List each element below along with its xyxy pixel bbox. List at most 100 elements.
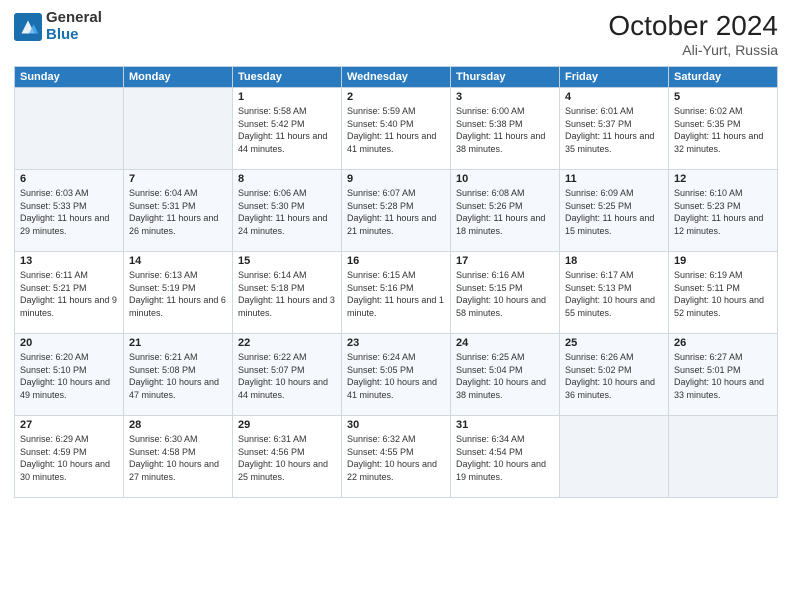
day-cell: 11 Sunrise: 6:09 AMSunset: 5:25 PMDayligh… bbox=[560, 170, 669, 252]
day-info: Sunrise: 6:30 AMSunset: 4:58 PMDaylight:… bbox=[129, 433, 227, 483]
day-number: 6 bbox=[20, 173, 118, 185]
day-cell: 22Sunrise: 6:22 AMSunset: 5:07 PMDayligh… bbox=[233, 334, 342, 416]
day-cell: 6 Sunrise: 6:03 AMSunset: 5:33 PMDaylight… bbox=[15, 170, 124, 252]
day-number: 15 bbox=[238, 255, 336, 267]
day-cell: 30 Sunrise: 6:32 AMSunset: 4:55 PMDayligh… bbox=[342, 416, 451, 498]
calendar-table: Sunday Monday Tuesday Wednesday Thursday… bbox=[14, 66, 778, 498]
day-info: Sunrise: 6:04 AMSunset: 5:31 PMDaylight:… bbox=[129, 187, 227, 237]
day-number: 3 bbox=[456, 91, 554, 103]
day-info: Sunrise: 6:22 AMSunset: 5:07 PMDaylight:… bbox=[238, 351, 336, 401]
day-cell: 7 Sunrise: 6:04 AMSunset: 5:31 PMDaylight… bbox=[124, 170, 233, 252]
day-number: 21 bbox=[129, 337, 227, 349]
day-cell: 8 Sunrise: 6:06 AMSunset: 5:30 PMDaylight… bbox=[233, 170, 342, 252]
day-number: 27 bbox=[20, 419, 118, 431]
day-cell: 24 Sunrise: 6:25 AMSunset: 5:04 PMDayligh… bbox=[451, 334, 560, 416]
week-row-5: 27 Sunrise: 6:29 AMSunset: 4:59 PMDayligh… bbox=[15, 416, 778, 498]
col-saturday: Saturday bbox=[669, 67, 778, 88]
day-cell: 17Sunrise: 6:16 AMSunset: 5:15 PMDayligh… bbox=[451, 252, 560, 334]
day-cell: 25Sunrise: 6:26 AMSunset: 5:02 PMDayligh… bbox=[560, 334, 669, 416]
day-number: 16 bbox=[347, 255, 445, 267]
day-cell: 9Sunrise: 6:07 AMSunset: 5:28 PMDaylight… bbox=[342, 170, 451, 252]
day-info: Sunrise: 6:06 AMSunset: 5:30 PMDaylight:… bbox=[238, 187, 336, 237]
day-cell: 16 Sunrise: 6:15 AMSunset: 5:16 PMDayligh… bbox=[342, 252, 451, 334]
day-info: Sunrise: 6:14 AMSunset: 5:18 PMDaylight:… bbox=[238, 269, 336, 319]
day-info: Sunrise: 6:31 AMSunset: 4:56 PMDaylight:… bbox=[238, 433, 336, 483]
day-info: Sunrise: 6:15 AMSunset: 5:16 PMDaylight:… bbox=[347, 269, 445, 319]
day-info: Sunrise: 5:58 AMSunset: 5:42 PMDaylight:… bbox=[238, 105, 336, 155]
day-info: Sunrise: 6:26 AMSunset: 5:02 PMDaylight:… bbox=[565, 351, 663, 401]
col-sunday: Sunday bbox=[15, 67, 124, 88]
day-info: Sunrise: 6:02 AMSunset: 5:35 PMDaylight:… bbox=[674, 105, 772, 155]
day-cell: 18 Sunrise: 6:17 AMSunset: 5:13 PMDayligh… bbox=[560, 252, 669, 334]
day-number: 9 bbox=[347, 173, 445, 185]
day-number: 1 bbox=[238, 91, 336, 103]
day-info: Sunrise: 6:24 AMSunset: 5:05 PMDaylight:… bbox=[347, 351, 445, 401]
day-number: 7 bbox=[129, 173, 227, 185]
day-info: Sunrise: 6:19 AMSunset: 5:11 PMDaylight:… bbox=[674, 269, 772, 319]
day-number: 2 bbox=[347, 91, 445, 103]
day-number: 31 bbox=[456, 419, 554, 431]
day-cell: 29 Sunrise: 6:31 AMSunset: 4:56 PMDayligh… bbox=[233, 416, 342, 498]
location: Ali-Yurt, Russia bbox=[608, 42, 778, 58]
logo: General Blue bbox=[14, 10, 102, 43]
day-cell: 14Sunrise: 6:13 AMSunset: 5:19 PMDayligh… bbox=[124, 252, 233, 334]
day-info: Sunrise: 6:27 AMSunset: 5:01 PMDaylight:… bbox=[674, 351, 772, 401]
calendar-page: General Blue October 2024 Ali-Yurt, Russ… bbox=[0, 0, 792, 612]
day-number: 5 bbox=[674, 91, 772, 103]
week-row-4: 20Sunrise: 6:20 AMSunset: 5:10 PMDayligh… bbox=[15, 334, 778, 416]
day-cell: 21Sunrise: 6:21 AMSunset: 5:08 PMDayligh… bbox=[124, 334, 233, 416]
day-cell: 12 Sunrise: 6:10 AMSunset: 5:23 PMDayligh… bbox=[669, 170, 778, 252]
week-row-2: 6 Sunrise: 6:03 AMSunset: 5:33 PMDaylight… bbox=[15, 170, 778, 252]
day-cell: 10Sunrise: 6:08 AMSunset: 5:26 PMDayligh… bbox=[451, 170, 560, 252]
logo-text: General Blue bbox=[46, 10, 102, 43]
day-number: 18 bbox=[565, 255, 663, 267]
day-info: Sunrise: 6:00 AMSunset: 5:38 PMDaylight:… bbox=[456, 105, 554, 155]
day-info: Sunrise: 6:09 AMSunset: 5:25 PMDaylight:… bbox=[565, 187, 663, 237]
logo-blue: Blue bbox=[46, 27, 102, 44]
day-info: Sunrise: 6:11 AMSunset: 5:21 PMDaylight:… bbox=[20, 269, 118, 319]
day-info: Sunrise: 6:34 AMSunset: 4:54 PMDaylight:… bbox=[456, 433, 554, 483]
day-number: 30 bbox=[347, 419, 445, 431]
col-monday: Monday bbox=[124, 67, 233, 88]
day-number: 28 bbox=[129, 419, 227, 431]
day-number: 4 bbox=[565, 91, 663, 103]
day-number: 17 bbox=[456, 255, 554, 267]
day-info: Sunrise: 6:01 AMSunset: 5:37 PMDaylight:… bbox=[565, 105, 663, 155]
col-tuesday: Tuesday bbox=[233, 67, 342, 88]
day-info: Sunrise: 6:13 AMSunset: 5:19 PMDaylight:… bbox=[129, 269, 227, 319]
day-number: 11 bbox=[565, 173, 663, 185]
title-block: October 2024 Ali-Yurt, Russia bbox=[608, 10, 778, 58]
day-info: Sunrise: 5:59 AMSunset: 5:40 PMDaylight:… bbox=[347, 105, 445, 155]
day-number: 12 bbox=[674, 173, 772, 185]
day-info: Sunrise: 6:10 AMSunset: 5:23 PMDaylight:… bbox=[674, 187, 772, 237]
page-header: General Blue October 2024 Ali-Yurt, Russ… bbox=[14, 10, 778, 58]
day-number: 19 bbox=[674, 255, 772, 267]
day-cell: 27 Sunrise: 6:29 AMSunset: 4:59 PMDayligh… bbox=[15, 416, 124, 498]
day-info: Sunrise: 6:32 AMSunset: 4:55 PMDaylight:… bbox=[347, 433, 445, 483]
day-number: 23 bbox=[347, 337, 445, 349]
day-info: Sunrise: 6:17 AMSunset: 5:13 PMDaylight:… bbox=[565, 269, 663, 319]
day-cell: 19 Sunrise: 6:19 AMSunset: 5:11 PMDayligh… bbox=[669, 252, 778, 334]
day-cell: 2 Sunrise: 5:59 AMSunset: 5:40 PMDaylight… bbox=[342, 88, 451, 170]
day-cell: 26 Sunrise: 6:27 AMSunset: 5:01 PMDayligh… bbox=[669, 334, 778, 416]
day-cell: 3 Sunrise: 6:00 AMSunset: 5:38 PMDaylight… bbox=[451, 88, 560, 170]
day-info: Sunrise: 6:25 AMSunset: 5:04 PMDaylight:… bbox=[456, 351, 554, 401]
day-number: 20 bbox=[20, 337, 118, 349]
header-row: Sunday Monday Tuesday Wednesday Thursday… bbox=[15, 67, 778, 88]
day-cell: 15 Sunrise: 6:14 AMSunset: 5:18 PMDayligh… bbox=[233, 252, 342, 334]
day-cell bbox=[15, 88, 124, 170]
day-info: Sunrise: 6:29 AMSunset: 4:59 PMDaylight:… bbox=[20, 433, 118, 483]
day-cell bbox=[669, 416, 778, 498]
col-thursday: Thursday bbox=[451, 67, 560, 88]
day-info: Sunrise: 6:03 AMSunset: 5:33 PMDaylight:… bbox=[20, 187, 118, 237]
logo-icon bbox=[14, 13, 42, 41]
day-number: 26 bbox=[674, 337, 772, 349]
day-cell: 23 Sunrise: 6:24 AMSunset: 5:05 PMDayligh… bbox=[342, 334, 451, 416]
day-cell bbox=[560, 416, 669, 498]
day-cell: 13 Sunrise: 6:11 AMSunset: 5:21 PMDayligh… bbox=[15, 252, 124, 334]
day-number: 24 bbox=[456, 337, 554, 349]
day-number: 8 bbox=[238, 173, 336, 185]
col-friday: Friday bbox=[560, 67, 669, 88]
day-number: 13 bbox=[20, 255, 118, 267]
day-number: 29 bbox=[238, 419, 336, 431]
